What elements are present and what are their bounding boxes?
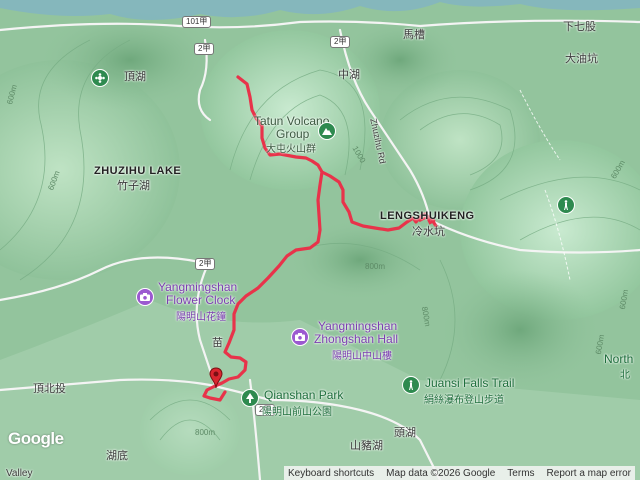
- road-shield: 2甲: [330, 36, 351, 48]
- place-label: 下七股: [563, 21, 596, 33]
- poi-label[interactable]: Yangmingshan: [318, 320, 397, 332]
- poi-label[interactable]: Juansi Falls Trail: [425, 377, 514, 389]
- report-error-link[interactable]: Report a map error: [547, 468, 631, 479]
- poi-label-zh: 陽明山中山樓: [332, 351, 392, 362]
- place-label: 頂湖: [124, 71, 146, 83]
- hiking-icon[interactable]: [557, 196, 575, 214]
- place-label: 頂北投: [33, 383, 66, 395]
- place-label: 馬槽: [403, 29, 425, 41]
- poi-label[interactable]: Qianshan Park: [264, 389, 343, 401]
- keyboard-shortcuts-link[interactable]: Keyboard shortcuts: [288, 468, 374, 479]
- google-logo[interactable]: Google: [8, 429, 64, 449]
- camera-icon[interactable]: [291, 328, 309, 346]
- place-label: 大油坑: [565, 53, 598, 65]
- park-tree-icon[interactable]: [241, 389, 259, 407]
- place-label-zh: 冷水坑: [412, 226, 445, 238]
- contour-label: 800m: [365, 262, 386, 271]
- road-shield: 2甲: [195, 258, 216, 270]
- camera-icon[interactable]: [136, 288, 154, 306]
- place-label: North: [604, 352, 634, 366]
- poi-label-zh: 絹絲瀑布登山步道: [424, 395, 504, 406]
- mountain-label: Group: [276, 127, 310, 141]
- place-label: 北: [620, 370, 630, 381]
- terrain-map[interactable]: 101甲 2甲 2甲 2甲 2甲 600m 600m 800m 1000 800…: [0, 0, 640, 480]
- place-label: 山豬湖: [350, 440, 383, 452]
- place-label: 頭湖: [394, 427, 416, 439]
- map-pin-icon[interactable]: [209, 367, 223, 389]
- terms-link[interactable]: Terms: [507, 468, 534, 479]
- attribution-bar: Keyboard shortcuts Map data ©2026 Google…: [284, 466, 636, 480]
- place-label: 中湖: [338, 69, 360, 81]
- mountain-icon[interactable]: [318, 122, 336, 140]
- place-label: 湖底: [106, 450, 128, 462]
- park-icon[interactable]: [91, 69, 109, 87]
- poi-label[interactable]: Zhongshan Hall: [314, 333, 398, 345]
- road-shield: 2甲: [194, 43, 215, 55]
- poi-label[interactable]: Flower Clock: [166, 294, 235, 306]
- place-label: 苗: [212, 337, 223, 349]
- poi-label-zh: 陽明山前山公園: [262, 407, 332, 418]
- place-label: Valley: [6, 468, 33, 479]
- lake-label: ZHUZIHU LAKE: [94, 165, 182, 177]
- map-data-label: Map data ©2026 Google: [386, 467, 496, 479]
- hiking-icon[interactable]: [402, 376, 420, 394]
- mountain-label-zh: 大屯火山群: [266, 144, 316, 155]
- poi-label[interactable]: Yangmingshan: [158, 281, 237, 293]
- poi-label-zh: 陽明山花鐘: [176, 312, 226, 323]
- road-shield: 101甲: [182, 16, 212, 28]
- contour-label: 800m: [195, 428, 216, 437]
- lake-label-zh: 竹子湖: [117, 180, 150, 192]
- place-label: LENGSHUIKENG: [380, 210, 475, 222]
